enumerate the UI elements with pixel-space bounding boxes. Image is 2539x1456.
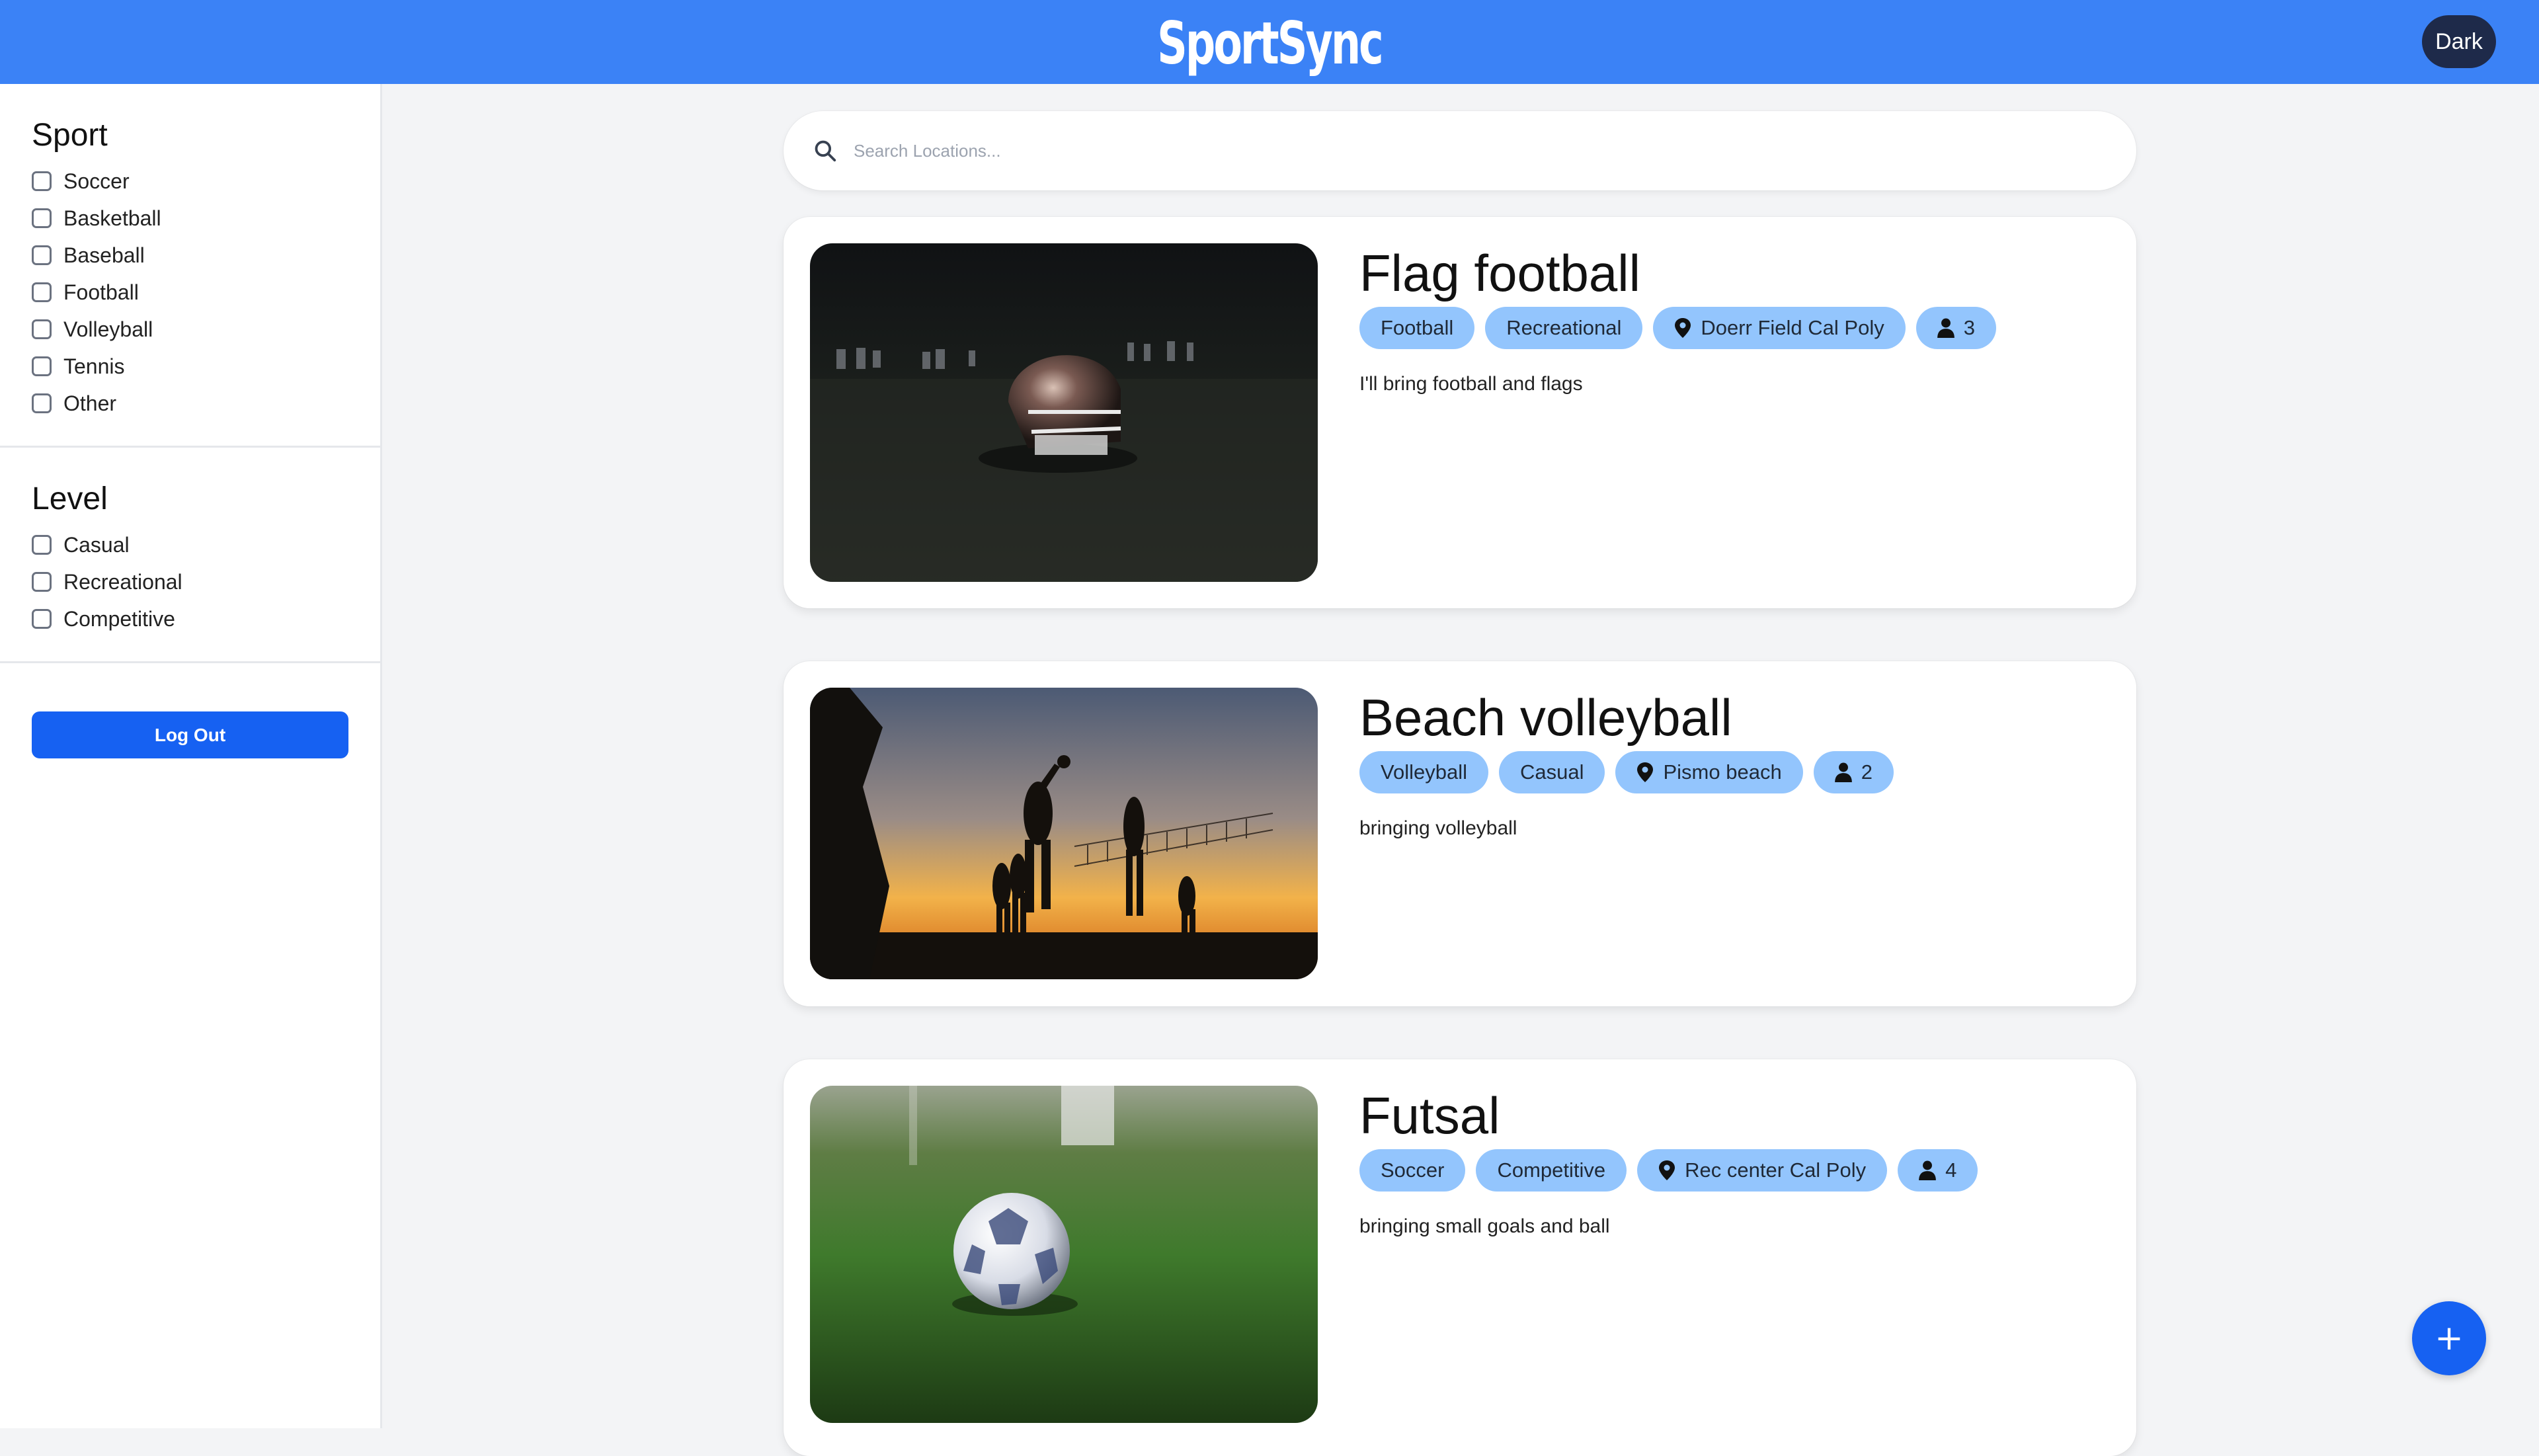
sport-tag: Football [1359, 307, 1475, 349]
level-filter-group: Level Casual Recreational Competitive [0, 448, 380, 661]
app-header: SportSync Dark [0, 0, 2539, 84]
sport-filter-group: Sport Soccer Basketball Baseball Footbal… [0, 84, 380, 446]
search-input[interactable] [854, 140, 2110, 161]
location-pin-icon [1659, 1160, 1675, 1180]
checkbox[interactable] [32, 393, 52, 413]
filter-sport-volleyball[interactable]: Volleyball [32, 311, 348, 348]
filter-sport-football[interactable]: Football [32, 274, 348, 311]
checkbox[interactable] [32, 356, 52, 376]
location-label: Rec center Cal Poly [1685, 1158, 1867, 1182]
checkbox[interactable] [32, 535, 52, 555]
filter-sport-basketball[interactable]: Basketball [32, 200, 348, 237]
filter-level-competitive[interactable]: Competitive [32, 600, 348, 637]
filter-label: Football [63, 280, 139, 304]
filter-label: Recreational [63, 569, 182, 594]
post-title: Futsal [1359, 1086, 1500, 1145]
post-description: I'll bring football and flags [1359, 373, 1583, 395]
post-description: bringing volleyball [1359, 817, 1517, 839]
checkbox[interactable] [32, 609, 52, 629]
filter-sport-tennis[interactable]: Tennis [32, 348, 348, 385]
filter-label: Baseball [63, 243, 145, 267]
post-tags: Soccer Competitive Rec center Cal Poly 4 [1359, 1149, 1978, 1192]
filter-sport-other[interactable]: Other [32, 385, 348, 422]
checkbox[interactable] [32, 282, 52, 302]
level-tag: Competitive [1476, 1149, 1627, 1192]
level-tag: Recreational [1485, 307, 1643, 349]
logout-button[interactable]: Log Out [32, 711, 348, 758]
players-count: 2 [1861, 760, 1873, 784]
post-description: bringing small goals and ball [1359, 1215, 1610, 1237]
players-count: 3 [1963, 316, 1975, 339]
filter-label: Casual [63, 532, 130, 557]
person-icon [1834, 762, 1852, 782]
app-logo[interactable]: SportSync [356, 9, 2184, 77]
soccer-ball-on-turf-photo [810, 1086, 1318, 1423]
location-pin-icon [1637, 762, 1654, 782]
level-tag: Casual [1498, 751, 1605, 793]
filter-level-recreational[interactable]: Recreational [32, 563, 348, 600]
post-image [810, 1086, 1318, 1423]
players-count: 4 [1945, 1158, 1957, 1182]
post-card[interactable]: Flag football Football Recreational Doer… [784, 217, 2136, 608]
post-image [810, 243, 1318, 582]
checkbox[interactable] [32, 245, 52, 265]
location-pin-icon [1675, 318, 1691, 338]
location-tag: Rec center Cal Poly [1637, 1149, 1888, 1192]
sport-tag: Volleyball [1359, 751, 1488, 793]
filter-sport-soccer[interactable]: Soccer [32, 163, 348, 200]
filter-level-casual[interactable]: Casual [32, 526, 348, 563]
add-post-button[interactable]: + [2412, 1301, 2486, 1375]
filter-label: Basketball [63, 206, 161, 230]
post-tags: Volleyball Casual Pismo beach 2 [1359, 751, 1894, 793]
sport-filter-title: Sport [32, 118, 108, 153]
checkbox[interactable] [32, 319, 52, 339]
checkbox[interactable] [32, 572, 52, 592]
person-icon [1919, 1160, 1936, 1180]
search-bar[interactable] [784, 111, 2136, 190]
filter-sport-baseball[interactable]: Baseball [32, 237, 348, 274]
location-tag: Doerr Field Cal Poly [1653, 307, 1906, 349]
football-helmet-photo [810, 243, 1318, 582]
location-tag: Pismo beach [1615, 751, 1803, 793]
players-tag: 2 [1813, 751, 1894, 793]
filter-label: Soccer [63, 169, 130, 193]
filter-label: Competitive [63, 606, 175, 631]
checkbox[interactable] [32, 208, 52, 228]
players-tag: 3 [1915, 307, 1996, 349]
location-label: Pismo beach [1663, 760, 1782, 784]
post-title: Beach volleyball [1359, 688, 1732, 747]
post-tags: Football Recreational Doerr Field Cal Po… [1359, 307, 1996, 349]
players-tag: 4 [1898, 1149, 1978, 1192]
search-icon [815, 140, 836, 162]
checkbox[interactable] [32, 171, 52, 191]
plus-icon: + [2435, 1318, 2464, 1358]
level-filter-title: Level [32, 481, 108, 516]
post-card[interactable]: Futsal Soccer Competitive Rec center Cal… [784, 1059, 2136, 1456]
filter-label: Tennis [63, 354, 125, 378]
location-label: Doerr Field Cal Poly [1701, 316, 1884, 339]
filter-label: Volleyball [63, 317, 153, 341]
beach-volleyball-sunset-photo [810, 688, 1318, 979]
person-icon [1937, 318, 1955, 338]
theme-toggle-button[interactable]: Dark [2422, 15, 2496, 68]
sport-tag: Soccer [1359, 1149, 1466, 1192]
post-title: Flag football [1359, 244, 1640, 302]
post-card[interactable]: Beach volleyball Volleyball Casual Pismo… [784, 661, 2136, 1006]
filter-label: Other [63, 391, 117, 415]
filter-sidebar: Sport Soccer Basketball Baseball Footbal… [0, 84, 382, 1428]
post-image [810, 688, 1318, 979]
sidebar-divider [0, 661, 380, 663]
